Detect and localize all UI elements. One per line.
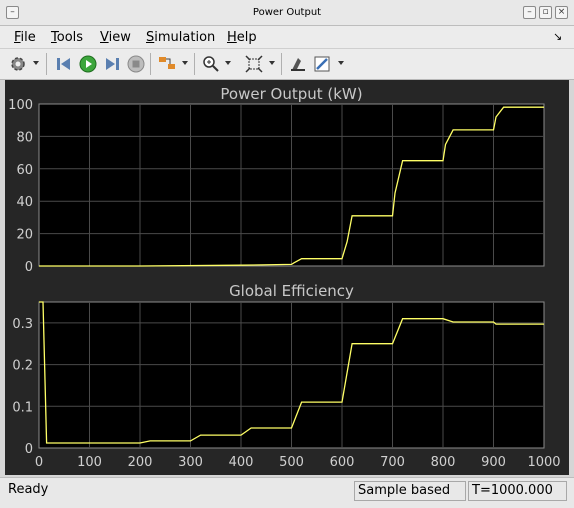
x-tick-label: 300 [178,455,203,470]
sim-time-label: T=1000.000 [472,483,553,498]
toolbar [0,48,574,80]
x-tick-label: 100 [77,455,102,470]
x-tick-label: 600 [330,455,355,470]
signal-selector-icon[interactable] [157,54,177,74]
x-tick-label: 900 [481,455,506,470]
plot-title: Global Efficiency [229,282,354,300]
x-tick-label: 800 [431,455,456,470]
minimize-icon[interactable]: – [523,6,536,19]
y-tick-label: 0 [25,442,33,457]
x-tick-label: 200 [128,455,153,470]
y-tick-label: 0.2 [12,359,33,374]
y-tick-label: 100 [8,98,33,113]
x-tick-label: 500 [279,455,304,470]
chevron-down-icon[interactable] [225,61,231,65]
x-tick-label: 1000 [527,455,560,470]
window-title: Power Output [252,7,322,18]
y-tick-label: 20 [16,228,33,243]
window-menu-icon[interactable]: – [6,6,19,19]
step-forward-icon[interactable] [102,54,122,74]
status-text: Ready [8,482,49,497]
menu-bar: File Tools View Simulation Help ↘ [0,26,574,48]
title-bar: Power Output – – ▫ × [0,0,574,26]
menu-file[interactable]: File [14,30,36,45]
menu-view[interactable]: View [100,30,131,45]
close-icon[interactable]: × [555,6,568,19]
scope-plots[interactable]: Power Output (kW) 0 20 40 60 80 100 Global Effi… [5,80,569,475]
toolbar-separator [150,53,151,75]
undock-icon[interactable]: ↘ [553,30,562,43]
toolbar-separator [46,53,47,75]
sim-time-box: T=1000.000 [468,481,567,501]
stop-icon[interactable] [126,54,146,74]
style-icon[interactable] [312,54,332,74]
status-bar: Ready Sample based T=1000.000 [0,477,574,508]
gear-icon[interactable] [8,54,28,74]
highlight-block-icon[interactable] [288,54,308,74]
toolbar-separator [281,53,282,75]
menu-help[interactable]: Help [227,30,257,45]
chevron-down-icon[interactable] [269,61,275,65]
maximize-icon[interactable]: ▫ [539,6,552,19]
y-tick-label: 0 [25,260,33,275]
chevron-down-icon[interactable] [182,61,188,65]
step-back-icon[interactable] [54,54,74,74]
menu-simulation[interactable]: Simulation [146,30,215,45]
fit-to-view-icon[interactable] [244,54,264,74]
y-tick-label: 0.1 [12,400,33,415]
x-tick-label: 400 [229,455,254,470]
menu-tools[interactable]: Tools [51,30,83,45]
toolbar-separator [194,53,195,75]
sample-mode-box: Sample based [354,481,466,501]
y-tick-label: 40 [16,195,33,210]
y-tick-label: 60 [16,163,33,178]
x-tick-label: 0 [35,455,43,470]
chevron-down-icon[interactable] [338,61,344,65]
chevron-down-icon[interactable] [33,61,39,65]
y-tick-label: 0.3 [12,317,33,332]
y-tick-label: 80 [16,130,33,145]
x-tick-label: 700 [380,455,405,470]
plot-panel: Power Output (kW) 0 20 40 60 80 100 Global Effi… [5,80,569,475]
sample-mode-label: Sample based [358,483,451,498]
run-icon[interactable] [78,54,98,74]
plot-title: Power Output (kW) [220,85,362,103]
zoom-icon[interactable] [201,54,221,74]
